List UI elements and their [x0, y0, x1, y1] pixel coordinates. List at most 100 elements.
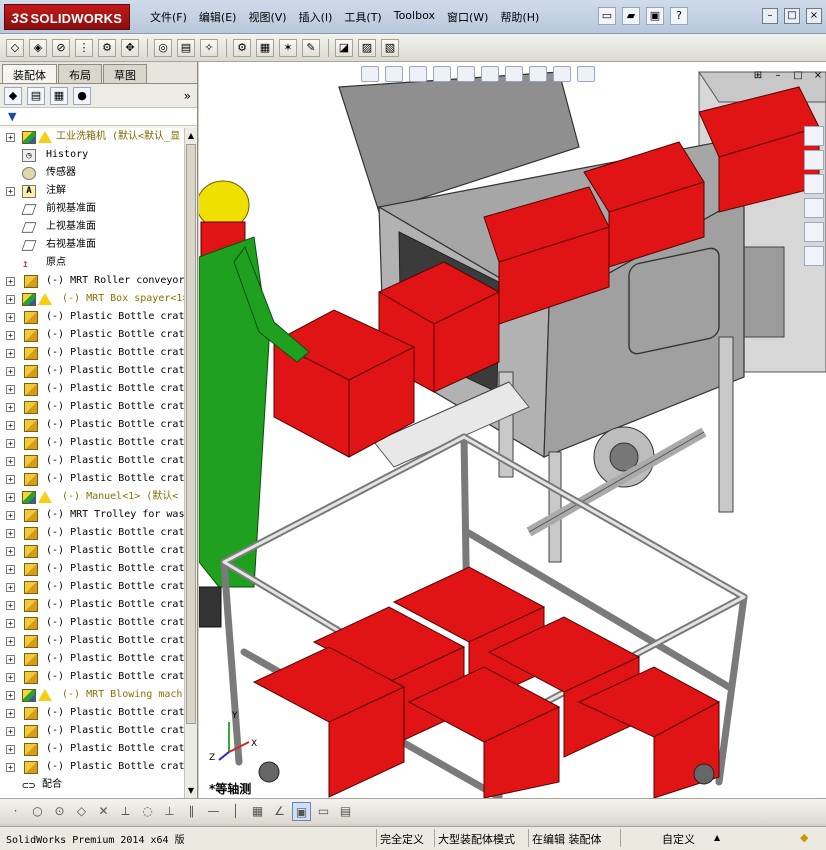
expand-toggle-icon[interactable]: +: [6, 313, 15, 322]
tab-assembly[interactable]: 装配体: [2, 64, 57, 83]
tree-item[interactable]: + (-) Plastic Bottle crat: [0, 416, 184, 434]
expand-toggle-icon[interactable]: +: [6, 673, 15, 682]
expand-toggle-icon[interactable]: +: [6, 529, 15, 538]
tree-item[interactable]: + (-) Plastic Bottle crat: [0, 560, 184, 578]
expand-toggle-icon[interactable]: +: [6, 493, 15, 502]
tree-item[interactable]: + (-) Plastic Bottle crat: [0, 452, 184, 470]
tree-item[interactable]: + (-) Plastic Bottle crat: [0, 650, 184, 668]
tree-item[interactable]: + (-) Plastic Bottle crat: [0, 596, 184, 614]
assembly-features-icon[interactable]: ▤: [177, 38, 195, 57]
display-manager-icon[interactable]: ●: [73, 86, 91, 105]
intersection-icon[interactable]: ✕: [94, 802, 113, 821]
viewport-minimize-icon[interactable]: –: [772, 70, 784, 82]
angle-icon[interactable]: ∠: [270, 802, 289, 821]
hide-show-items-icon[interactable]: [505, 66, 523, 82]
show-hidden-icon[interactable]: ◎: [154, 38, 172, 57]
menu-view[interactable]: 视图(V): [242, 9, 292, 25]
expand-toggle-icon[interactable]: +: [6, 655, 15, 664]
tangent-icon[interactable]: ◌: [138, 802, 157, 821]
expand-toggle-icon[interactable]: +: [6, 475, 15, 484]
menu-window[interactable]: 窗口(W): [441, 9, 494, 25]
vertical-icon[interactable]: │: [226, 802, 245, 821]
tab-layout[interactable]: 布局: [58, 64, 102, 83]
tree-item[interactable]: + (-) MRT Roller conveyor: [0, 272, 184, 290]
tree-item[interactable]: + (-) Plastic Bottle crat: [0, 380, 184, 398]
close-icon[interactable]: ×: [806, 8, 822, 24]
tree-item[interactable]: + (-) MRT Blowing mach: [0, 686, 184, 704]
tree-item[interactable]: ↥ 原点: [0, 254, 184, 272]
units-custom[interactable]: 自定义: [662, 831, 695, 847]
tree-item[interactable]: + 工业洗箱机 (默认<默认_显: [0, 128, 184, 146]
horizontal-icon[interactable]: —: [204, 802, 223, 821]
design-library-icon[interactable]: [804, 150, 824, 170]
apply-scene-icon[interactable]: [553, 66, 571, 82]
menu-edit[interactable]: 编辑(E): [193, 9, 243, 25]
scroll-thumb[interactable]: [186, 144, 196, 724]
update-icon[interactable]: ▨: [358, 38, 376, 57]
tree-item[interactable]: + (-) Plastic Bottle crat: [0, 740, 184, 758]
exploded-view-icon[interactable]: ✶: [279, 38, 297, 57]
smart-fasteners-icon[interactable]: ⚙: [98, 38, 116, 57]
graphics-area[interactable]: Y X Z ⊞ – □ × *等轴测: [199, 62, 826, 798]
tree-item[interactable]: + (-) Plastic Bottle crat: [0, 758, 184, 776]
nearest-icon[interactable]: ⟂: [116, 802, 135, 821]
expand-toggle-icon[interactable]: +: [6, 277, 15, 286]
explode-line-icon[interactable]: ✎: [302, 38, 320, 57]
tree-item[interactable]: + (-) Plastic Bottle crat: [0, 398, 184, 416]
rebuild-tag-icon[interactable]: ◆: [800, 831, 808, 844]
wireframe-view-icon[interactable]: ▭: [314, 802, 333, 821]
linear-pattern-icon[interactable]: ⋮: [75, 38, 93, 57]
previous-view-icon[interactable]: [409, 66, 427, 82]
tree-item[interactable]: + A 注解: [0, 182, 184, 200]
instant3d-icon[interactable]: ◪: [335, 38, 353, 57]
expand-toggle-icon[interactable]: +: [6, 187, 15, 196]
viewport-close-icon[interactable]: ×: [812, 70, 824, 82]
custom-properties-icon[interactable]: [804, 246, 824, 266]
shaded-view-icon[interactable]: ▣: [292, 802, 311, 821]
expand-toggle-icon[interactable]: +: [6, 457, 15, 466]
tree-item[interactable]: + (-) Plastic Bottle crat: [0, 326, 184, 344]
insert-component-icon[interactable]: ◈: [29, 38, 47, 57]
tree-item[interactable]: + (-) Plastic Bottle crat: [0, 722, 184, 740]
expand-toggle-icon[interactable]: +: [6, 727, 15, 736]
viewport-maximize-icon[interactable]: □: [792, 70, 804, 82]
view-settings-icon[interactable]: [577, 66, 595, 82]
units-menu-arrow-icon[interactable]: ▲: [714, 833, 720, 842]
tree-item[interactable]: 传感器: [0, 164, 184, 182]
restore-icon[interactable]: □: [784, 8, 800, 24]
tree-item[interactable]: + (-) Manuel<1> (默认<: [0, 488, 184, 506]
tree-item[interactable]: + (-) Plastic Bottle crat: [0, 344, 184, 362]
expand-toggle-icon[interactable]: +: [6, 691, 15, 700]
edit-appearance-icon[interactable]: [529, 66, 547, 82]
configuration-manager-icon[interactable]: ▦: [50, 86, 68, 105]
viewport-restore-icon[interactable]: ⊞: [752, 70, 764, 82]
expand-panel-icon[interactable]: »: [184, 89, 191, 103]
scroll-down-icon[interactable]: ▼: [186, 784, 196, 797]
point-icon[interactable]: ·: [6, 802, 25, 821]
tree-item[interactable]: + (-) MRT Box spayer<1>: [0, 290, 184, 308]
solidworks-resources-icon[interactable]: [804, 126, 824, 146]
expand-toggle-icon[interactable]: +: [6, 385, 15, 394]
tree-item[interactable]: + (-) Plastic Bottle crat: [0, 362, 184, 380]
menu-help[interactable]: 帮助(H): [494, 9, 545, 25]
expand-toggle-icon[interactable]: +: [6, 745, 15, 754]
multi-view-icon[interactable]: ▤: [336, 802, 355, 821]
file-explorer-icon[interactable]: [804, 174, 824, 194]
parallel-icon[interactable]: ∥: [182, 802, 201, 821]
open-folder-icon[interactable]: ▰: [622, 7, 640, 25]
tree-item[interactable]: 前视基准面: [0, 200, 184, 218]
expand-toggle-icon[interactable]: +: [6, 547, 15, 556]
expand-toggle-icon[interactable]: +: [6, 367, 15, 376]
reference-geometry-icon[interactable]: ✧: [200, 38, 218, 57]
new-motion-study-icon[interactable]: ⚙: [233, 38, 251, 57]
filter-icon[interactable]: ▼: [8, 110, 16, 123]
expand-toggle-icon[interactable]: +: [6, 709, 15, 718]
mate-icon[interactable]: ⊘: [52, 38, 70, 57]
scroll-up-icon[interactable]: ▲: [186, 129, 196, 142]
tree-scrollbar[interactable]: ▲ ▼: [184, 128, 197, 798]
tree-item[interactable]: + (-) Plastic Bottle crat: [0, 614, 184, 632]
menu-toolbox[interactable]: Toolbox: [388, 9, 441, 25]
snapshot-icon[interactable]: ▧: [381, 38, 399, 57]
quadrant-icon[interactable]: ◇: [72, 802, 91, 821]
view-palette-icon[interactable]: [804, 198, 824, 218]
